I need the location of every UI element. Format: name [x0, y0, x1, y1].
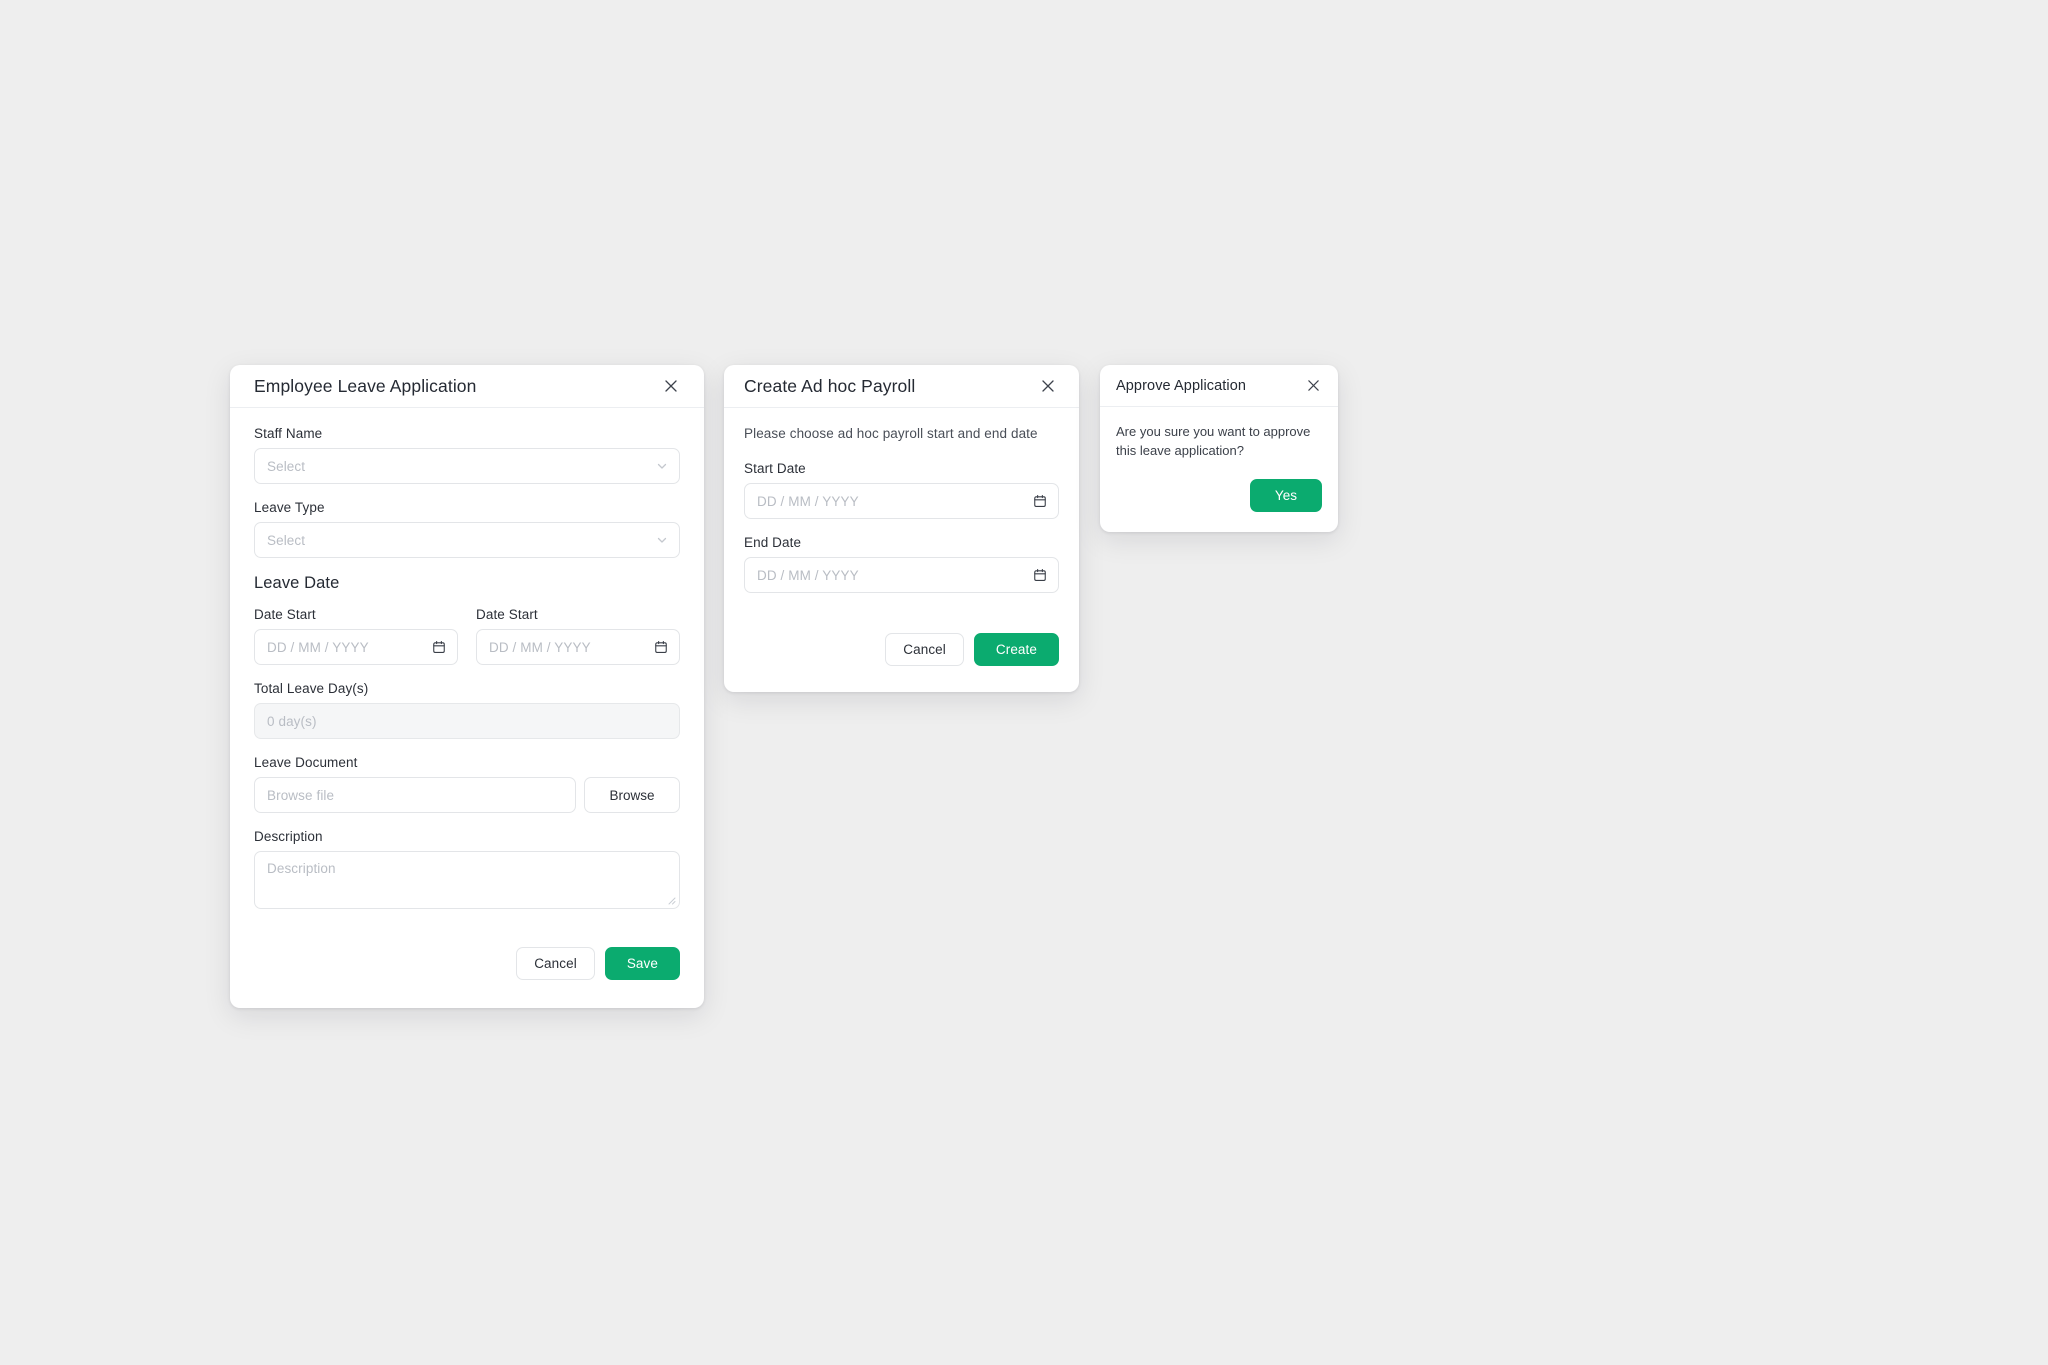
modal-header: Create Ad hoc Payroll	[724, 365, 1079, 408]
page-title: Employee Leave Application	[254, 375, 477, 396]
chevron-down-icon	[656, 460, 668, 472]
end-date-value: DD / MM / YYYY	[757, 567, 859, 583]
leave-date-section-title: Leave Date	[254, 574, 340, 592]
calendar-icon[interactable]	[1033, 494, 1047, 508]
total-leave-days-input: 0 day(s)	[254, 703, 680, 739]
date-start-2-input[interactable]: DD / MM / YYYY	[476, 629, 680, 665]
modal-body: Staff Name Select Leave Type Select Leav…	[230, 408, 704, 909]
cancel-button[interactable]: Cancel	[516, 947, 595, 980]
end-date-input[interactable]: DD / MM / YYYY	[744, 557, 1059, 593]
date-start-label: Date Start	[254, 607, 316, 622]
description-value: Description	[267, 861, 336, 876]
date-start-2-field: Date Start DD / MM / YYYY	[476, 607, 680, 665]
employee-leave-application-modal: Employee Leave Application Staff Name Se…	[230, 365, 704, 1008]
browse-button[interactable]: Browse	[584, 777, 680, 813]
date-start-value: DD / MM / YYYY	[267, 639, 369, 655]
date-start-field: Date Start DD / MM / YYYY	[254, 607, 458, 665]
calendar-icon[interactable]	[1033, 568, 1047, 582]
confirmation-message: Are you sure you want to approve this le…	[1116, 424, 1311, 458]
calendar-icon[interactable]	[432, 640, 446, 654]
start-date-label: Start Date	[744, 461, 806, 476]
start-date-field: Start Date DD / MM / YYYY	[744, 461, 1059, 519]
leave-document-field: Leave Document Browse file Browse	[254, 755, 680, 813]
approve-application-modal: Approve Application Are you sure you wan…	[1100, 365, 1338, 532]
create-adhoc-payroll-modal: Create Ad hoc Payroll Please choose ad h…	[724, 365, 1079, 692]
total-leave-days-field: Total Leave Day(s) 0 day(s)	[254, 681, 680, 739]
leave-type-value: Select	[267, 532, 306, 548]
file-name-value: Browse file	[267, 787, 335, 803]
leave-type-label: Leave Type	[254, 500, 325, 515]
staff-name-value: Select	[267, 458, 306, 474]
date-start-2-value: DD / MM / YYYY	[489, 639, 591, 655]
leave-type-select[interactable]: Select	[254, 522, 680, 558]
date-start-2-label: Date Start	[476, 607, 538, 622]
chevron-down-icon	[656, 534, 668, 546]
page-title: Approve Application	[1116, 377, 1247, 394]
yes-button[interactable]: Yes	[1250, 478, 1322, 512]
create-button[interactable]: Create	[973, 633, 1059, 666]
modal-body: Please choose ad hoc payroll start and e…	[724, 408, 1079, 593]
resize-grip-icon[interactable]	[664, 893, 676, 905]
file-name-input[interactable]: Browse file	[254, 777, 576, 813]
intro-text: Please choose ad hoc payroll start and e…	[744, 426, 1038, 441]
leave-document-row: Browse file Browse	[254, 777, 680, 813]
modal-header: Employee Leave Application	[230, 365, 704, 408]
modal-footer: Yes	[1100, 461, 1338, 532]
staff-name-select[interactable]: Select	[254, 448, 680, 484]
modal-body: Are you sure you want to approve this le…	[1100, 407, 1338, 461]
total-leave-days-label: Total Leave Day(s)	[254, 681, 369, 696]
staff-name-label: Staff Name	[254, 426, 323, 441]
close-icon[interactable]	[658, 373, 684, 399]
total-leave-days-value: 0 day(s)	[267, 713, 317, 729]
modal-header: Approve Application	[1100, 365, 1338, 407]
save-button[interactable]: Save	[604, 947, 680, 980]
modal-footer: Cancel Save	[230, 925, 704, 1008]
leave-document-label: Leave Document	[254, 755, 358, 770]
cancel-button[interactable]: Cancel	[885, 633, 964, 666]
leave-date-row: Date Start DD / MM / YYYY Date Start DD …	[254, 607, 680, 681]
modal-footer: Cancel Create	[724, 609, 1079, 692]
description-field: Description Description	[254, 829, 680, 909]
page-title: Create Ad hoc Payroll	[744, 375, 916, 396]
leave-type-field: Leave Type Select	[254, 500, 680, 558]
close-icon[interactable]	[1035, 373, 1061, 399]
start-date-value: DD / MM / YYYY	[757, 493, 859, 509]
date-start-input[interactable]: DD / MM / YYYY	[254, 629, 458, 665]
calendar-icon[interactable]	[654, 640, 668, 654]
description-label: Description	[254, 829, 323, 844]
start-date-input[interactable]: DD / MM / YYYY	[744, 483, 1059, 519]
end-date-field: End Date DD / MM / YYYY	[744, 535, 1059, 593]
staff-name-field: Staff Name Select	[254, 426, 680, 484]
description-textarea[interactable]: Description	[254, 851, 680, 909]
close-icon[interactable]	[1300, 373, 1326, 399]
end-date-label: End Date	[744, 535, 802, 550]
